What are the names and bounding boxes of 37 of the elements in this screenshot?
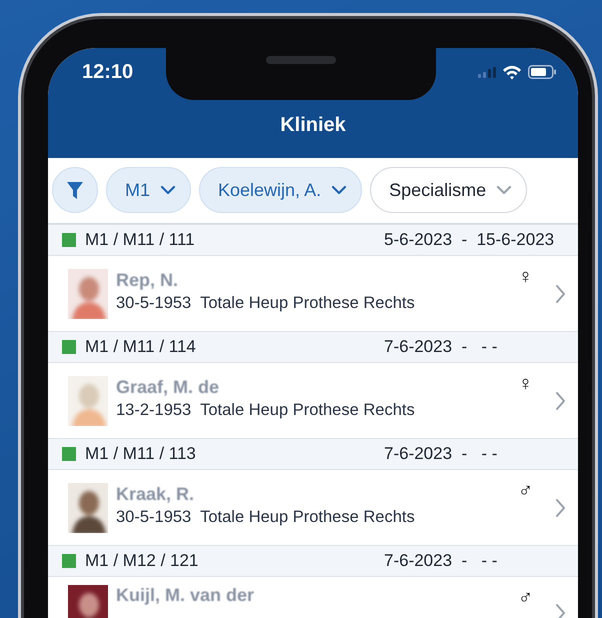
filter-dropdown[interactable]: Koelewijn, A. [199, 167, 362, 213]
wifi-icon [502, 64, 522, 80]
date-range: 5-6-2023 - 15-6-2023 [384, 230, 556, 250]
gender-symbol: ♂ [518, 480, 533, 503]
room-location: M1 / M12 / 121 [85, 551, 200, 571]
chevron-right-icon [555, 390, 566, 410]
date-range: 7-6-2023 - - - [384, 551, 498, 571]
status-time: 12:10 [82, 60, 134, 84]
filter-button[interactable] [52, 167, 98, 213]
header-title: Kliniek [280, 114, 346, 136]
battery-icon [528, 65, 556, 79]
chevron-down-icon [496, 185, 512, 195]
filter-dropdown[interactable]: M1 [106, 167, 192, 213]
chevron-right-icon [555, 284, 566, 304]
patient-name: Graaf, M. de [116, 377, 220, 398]
room-location: M1 / M11 / 113 [85, 444, 197, 464]
chevron-right-icon [555, 603, 566, 618]
room-location: M1 / M11 / 111 [85, 230, 196, 250]
chevron-down-icon [160, 185, 176, 195]
date-range: 7-6-2023 - - - [384, 337, 498, 357]
chevron-down-icon [331, 185, 348, 195]
signal-icon [478, 66, 496, 78]
patient-name: Rep, N. [116, 270, 180, 291]
room-location: M1 / M11 / 114 [85, 337, 197, 357]
patient-details: 30-5-1953 Totale Heup Prothese Rechts [116, 294, 416, 313]
patient-row[interactable]: Kuijl, M. van der ♂ [48, 576, 578, 618]
gender-symbol: ♂ [518, 587, 533, 610]
gender-symbol: ♀ [518, 373, 533, 396]
patient-name: Kraak, R. [116, 484, 196, 505]
date-range: 7-6-2023 - - - [384, 444, 498, 464]
patient-details: 30-5-1953 Totale Heup Prothese Rechts [116, 508, 416, 527]
gender-symbol: ♀ [518, 266, 533, 289]
chevron-right-icon [555, 498, 566, 518]
patient-name: Kuijl, M. van der [116, 585, 256, 606]
patient-details: 13-2-1953 Totale Heup Prothese Rechts [116, 401, 416, 420]
filter-icon [66, 180, 84, 200]
filter-dropdown[interactable]: Specialisme [370, 167, 528, 213]
